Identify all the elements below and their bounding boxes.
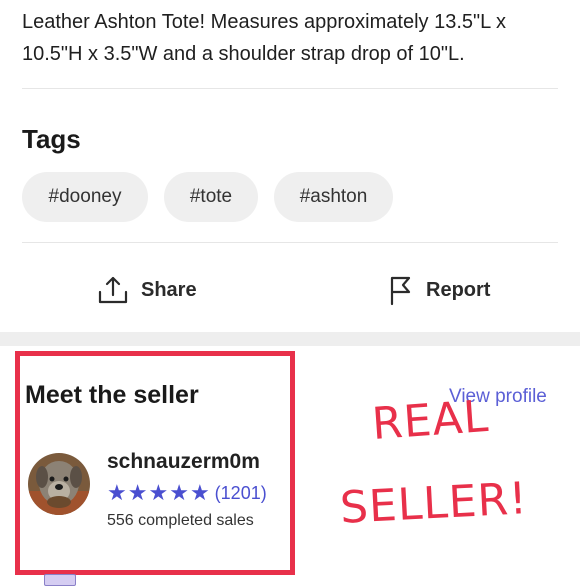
report-label: Report	[426, 278, 491, 301]
seller-rating[interactable]: ★ ★ ★ ★ ★ (1201)	[107, 482, 267, 504]
divider	[22, 88, 558, 89]
star-icon: ★	[189, 480, 210, 505]
divider	[22, 242, 558, 243]
annotation-seller: SELLER!	[338, 473, 529, 534]
listing-description: Leather Ashton Tote! Measures approximat…	[22, 11, 507, 65]
share-button[interactable]: Share	[97, 272, 197, 308]
next-item-edge	[44, 574, 76, 586]
star-icon: ★	[127, 480, 148, 505]
star-icon: ★	[107, 480, 127, 505]
star-icon: ★	[169, 480, 189, 505]
share-icon	[97, 274, 129, 306]
seller-username[interactable]: schnauzerm0m	[107, 450, 260, 474]
share-label: Share	[141, 278, 197, 301]
star-icon: ★	[148, 480, 169, 505]
tag-dooney[interactable]: #dooney	[22, 172, 148, 222]
section-separator	[0, 332, 580, 346]
seller-section-title: Meet the seller	[25, 381, 199, 409]
seller-avatar[interactable]	[28, 453, 90, 515]
flag-icon	[388, 274, 414, 306]
report-button[interactable]: Report	[388, 272, 490, 308]
tags-heading: Tags	[22, 124, 81, 154]
tag-tote[interactable]: #tote	[164, 172, 258, 222]
view-profile-link[interactable]: View profile	[449, 386, 547, 408]
completed-sales: 556 completed sales	[107, 512, 254, 529]
rating-count: (1201)	[214, 482, 267, 503]
tag-ashton[interactable]: #ashton	[274, 172, 393, 222]
